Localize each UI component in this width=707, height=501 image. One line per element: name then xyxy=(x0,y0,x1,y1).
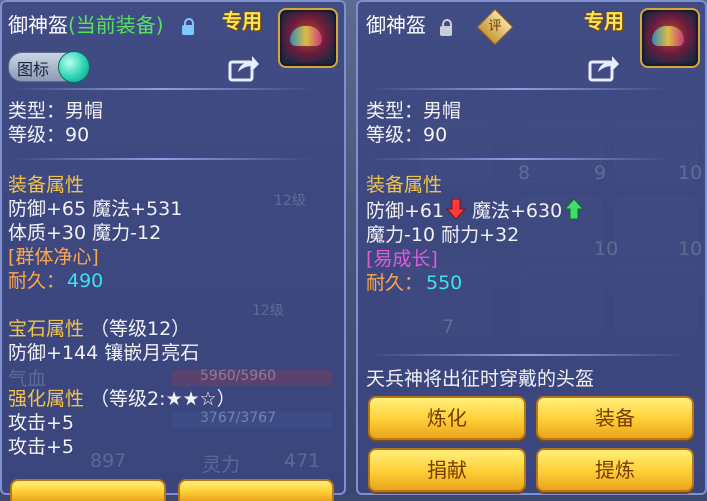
share-icon[interactable] xyxy=(588,54,620,82)
bg-item-level: 12级 xyxy=(252,303,284,319)
durability-value: 490 xyxy=(67,270,104,292)
icon-toggle[interactable]: 图标 xyxy=(8,51,90,83)
bg-count: 7 xyxy=(442,316,455,338)
item-description: 天兵神将出征时穿戴的头盔 xyxy=(366,368,595,390)
bottom-button[interactable] xyxy=(178,479,334,501)
divider xyxy=(368,158,668,160)
enhance-line-1: 攻击+5 xyxy=(8,412,75,434)
durability-label: 耐久： xyxy=(8,270,66,292)
equip-attr-title: 装备属性 xyxy=(8,174,85,196)
rate-badge[interactable]: 评 xyxy=(476,8,514,46)
gem-level: （等级12） xyxy=(90,318,191,340)
divider xyxy=(368,88,668,90)
item-name: 御神盔 xyxy=(366,13,426,37)
durability-value: 550 xyxy=(426,272,463,294)
icon-toggle-label: 图标 xyxy=(17,60,50,79)
bottom-button[interactable] xyxy=(10,479,166,501)
enhance-line-2: 攻击+5 xyxy=(8,436,75,458)
item-type: 类型：男帽 xyxy=(366,100,462,122)
donate-button[interactable]: 捐献 xyxy=(368,448,526,492)
rate-badge-label: 评 xyxy=(488,19,502,34)
divider xyxy=(12,158,312,160)
exclusive-label: 专用 xyxy=(584,9,624,33)
mp-text: 3767/3767 xyxy=(200,410,276,426)
helmet-item-icon xyxy=(640,8,700,68)
divider xyxy=(12,88,312,90)
spirit-label: 灵力 xyxy=(202,454,241,476)
special-effect: [群体净心] xyxy=(8,246,99,268)
extract-button[interactable]: 提炼 xyxy=(536,448,694,492)
equip-attr-title: 装备属性 xyxy=(366,174,443,196)
bg-count: 10 xyxy=(594,238,619,260)
enhance-level: （等级2:★★☆） xyxy=(90,388,236,410)
bg-count: 9 xyxy=(594,162,607,184)
item-level: 等级：90 xyxy=(8,124,90,146)
attr-line-1: 防御+65 魔法+531 xyxy=(8,198,183,220)
enhance-attr-title: 强化属性 xyxy=(8,388,85,410)
toggle-knob xyxy=(58,51,90,83)
gem-line: 防御+144 镶嵌月亮石 xyxy=(8,342,200,364)
durability-label: 耐久： xyxy=(366,272,424,294)
attack-value: 897 xyxy=(90,450,127,472)
compare-item-panel: 御神盔 评 专用 类型：男帽 等级：90 8 9 10 装备属性 防御+61 魔… xyxy=(356,0,707,495)
attr-defense: 防御+61 xyxy=(366,200,445,222)
divider xyxy=(368,354,688,356)
arrow-down-icon xyxy=(446,198,466,220)
bg-count: 10 xyxy=(678,162,703,184)
item-name: 御神盔 xyxy=(8,13,68,37)
exclusive-label: 专用 xyxy=(222,9,262,33)
item-type: 类型：男帽 xyxy=(8,100,104,122)
special-effect: [易成长] xyxy=(366,248,438,270)
arrow-up-icon xyxy=(564,198,584,220)
bg-count: 8 xyxy=(518,162,531,184)
attr-magic: 魔法+630 xyxy=(472,200,563,222)
bg-count: 10 xyxy=(678,238,703,260)
share-icon[interactable] xyxy=(228,54,260,82)
bg-item-level: 12级 xyxy=(274,193,306,209)
hp-text: 5960/5960 xyxy=(200,368,276,384)
equipped-tag: (当前装备) xyxy=(68,13,164,37)
spirit-value: 471 xyxy=(284,450,321,472)
unlock-icon[interactable] xyxy=(440,19,452,36)
qixue-label: 气血 xyxy=(8,368,47,390)
attr-line-2: 魔力-10 耐力+32 xyxy=(366,224,520,246)
gem-attr-title: 宝石属性 xyxy=(8,318,85,340)
item-level: 等级：90 xyxy=(366,124,448,146)
equipped-item-panel: 御神盔 (当前装备) 专用 图标 类型：男帽 等级：90 装备属性 防御+65 … xyxy=(0,0,346,501)
lock-icon[interactable] xyxy=(182,18,194,35)
equip-button[interactable]: 装备 xyxy=(536,396,694,440)
refine-button[interactable]: 炼化 xyxy=(368,396,526,440)
attr-line-2: 体质+30 魔力-12 xyxy=(8,222,162,244)
helmet-item-icon xyxy=(278,8,338,68)
